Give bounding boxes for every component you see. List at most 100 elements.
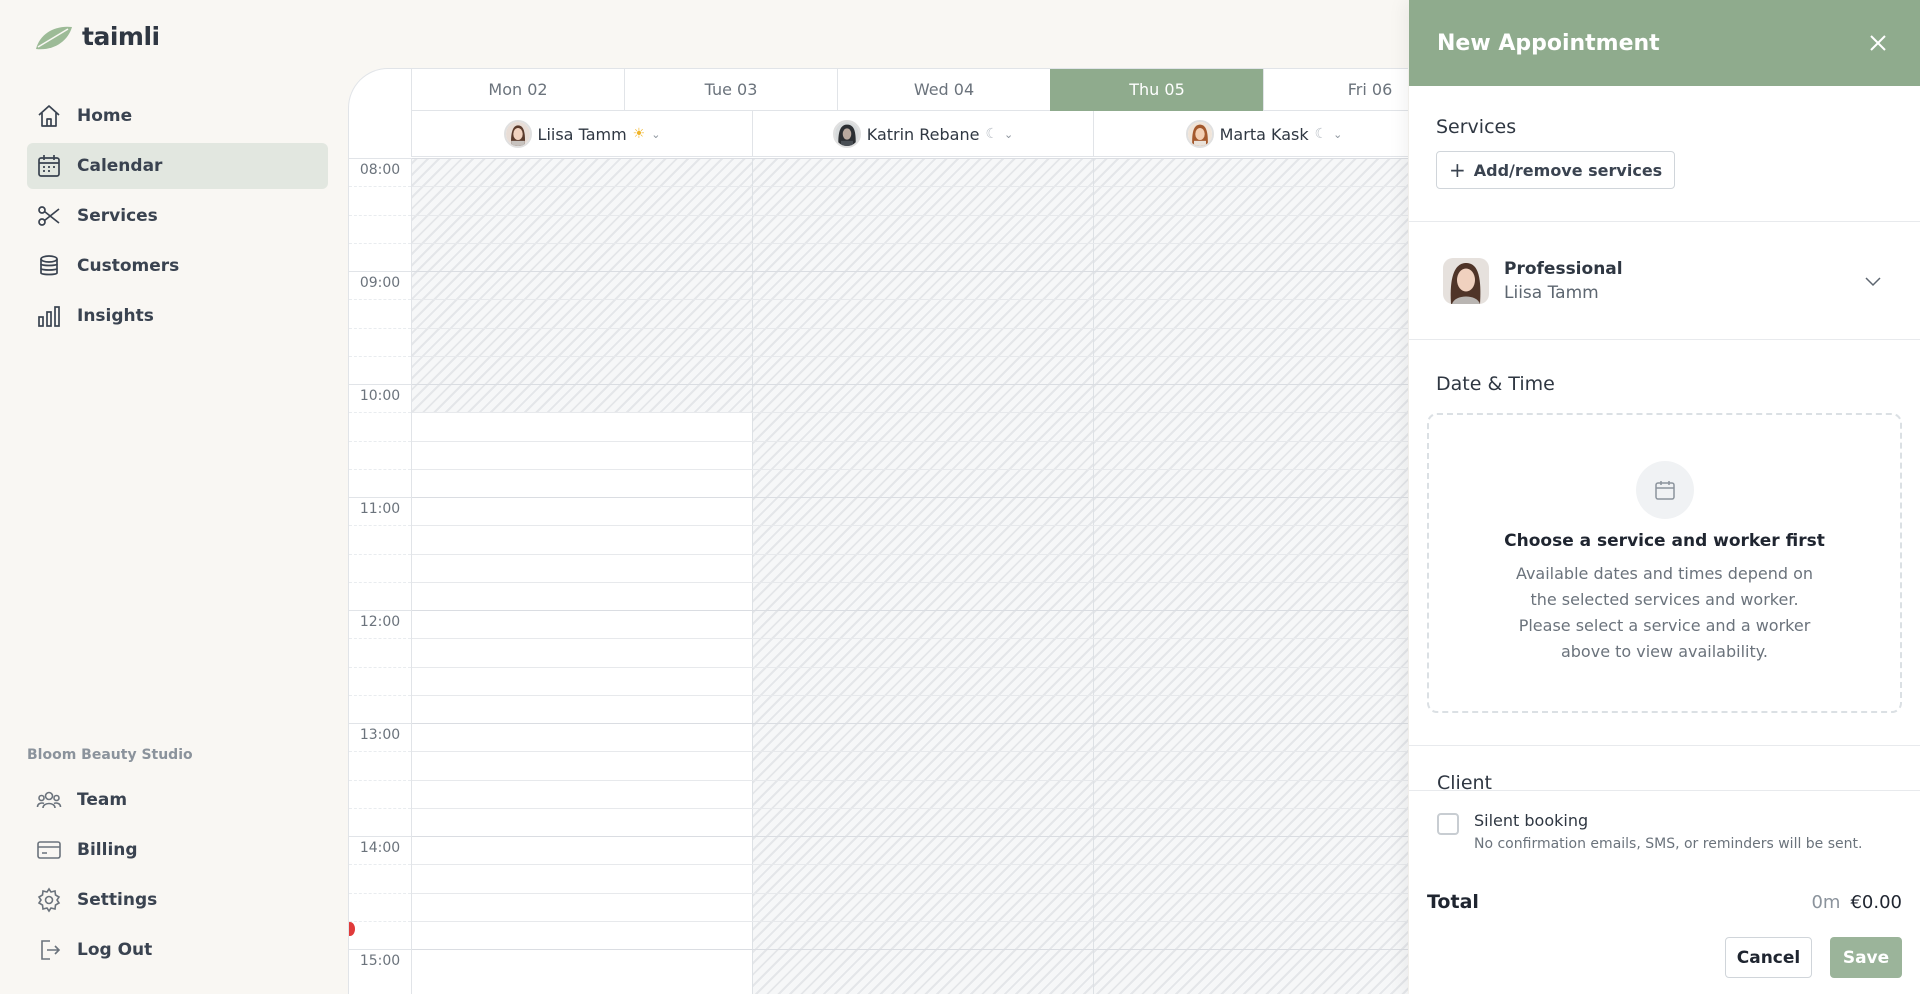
sidebar: taimli Home Calendar Services Customers … (0, 0, 345, 994)
secondary-nav: Team Billing Settings Log Out (27, 777, 328, 977)
close-icon (1870, 35, 1886, 51)
moon-icon: ☾ (985, 126, 999, 142)
avatar (832, 120, 861, 148)
worker-header-katrin[interactable]: Katrin Rebane ☾ ⌄ (752, 111, 1093, 157)
date-time-heading: Choose a service and worker first (1504, 531, 1825, 551)
worker-name: Liisa Tamm (537, 124, 627, 144)
time-label: 11:00 (349, 501, 411, 517)
schedule-grid[interactable] (411, 158, 1408, 994)
worker-headers: Liisa Tamm ☀ ⌄ Katrin Rebane ☾ ⌄ Marta K… (411, 111, 1408, 157)
nav-calendar-label: Calendar (77, 156, 163, 176)
services-section: Services + Add/remove services (1409, 86, 1920, 222)
nav-billing[interactable]: Billing (27, 827, 328, 873)
calendar-view: Mon 02 Tue 03 Wed 04 Thu 05 Fri 06 Liisa… (348, 68, 1408, 994)
unavailable-block (753, 158, 1093, 994)
nav-services[interactable]: Services (27, 193, 328, 239)
panel-title: New Appointment (1437, 30, 1660, 56)
worker-name: Marta Kask (1219, 124, 1309, 144)
avatar (1443, 257, 1489, 304)
nav-logout[interactable]: Log Out (27, 927, 328, 973)
nav-home-label: Home (77, 106, 133, 126)
date-time-section: Date & Time Choose a service and worker … (1409, 340, 1920, 746)
nav-billing-label: Billing (77, 840, 138, 860)
total-label: Total (1427, 891, 1479, 913)
team-icon (36, 791, 62, 809)
silent-booking-description: No confirmation emails, SMS, or reminder… (1474, 836, 1863, 852)
day-tabs: Mon 02 Tue 03 Wed 04 Thu 05 Fri 06 (411, 69, 1408, 111)
nav-team[interactable]: Team (27, 777, 328, 823)
chevron-down-icon: ⌄ (651, 127, 661, 141)
scissors-icon (38, 206, 60, 226)
day-tab-wed[interactable]: Wed 04 (837, 69, 1050, 111)
action-buttons: Cancel Save (1725, 937, 1902, 978)
nav-insights-label: Insights (77, 306, 154, 326)
nav-settings[interactable]: Settings (27, 877, 328, 923)
time-label: 10:00 (349, 388, 411, 404)
app-name: taimli (82, 22, 160, 51)
worker-header-liisa[interactable]: Liisa Tamm ☀ ⌄ (411, 111, 752, 157)
moon-icon: ☾ (1314, 126, 1328, 142)
date-time-placeholder: Choose a service and worker first Availa… (1427, 413, 1902, 713)
services-title: Services (1436, 116, 1517, 138)
time-axis: 08:00 09:00 10:00 11:00 12:00 13:00 14:0… (349, 158, 411, 994)
column-marta[interactable] (1094, 158, 1408, 994)
nav-customers-label: Customers (77, 256, 180, 276)
total-duration: 0m (1811, 891, 1841, 913)
calendar-icon (1635, 461, 1694, 519)
add-services-label: Add/remove services (1473, 160, 1663, 180)
nav-calendar[interactable]: Calendar (27, 143, 328, 189)
professional-select[interactable]: Professional Liisa Tamm (1409, 222, 1920, 340)
day-tab-fri[interactable]: Fri 06 (1263, 69, 1408, 111)
logo[interactable]: taimli (34, 22, 160, 51)
credit-card-icon (37, 841, 61, 859)
save-button[interactable]: Save (1830, 937, 1902, 978)
bar-chart-icon (38, 306, 60, 327)
worker-header-marta[interactable]: Marta Kask ☾ ⌄ (1093, 111, 1408, 157)
avatar (1185, 120, 1214, 148)
add-services-button[interactable]: + Add/remove services (1436, 151, 1676, 189)
cancel-button[interactable]: Cancel (1725, 937, 1812, 978)
panel-header: New Appointment (1409, 0, 1920, 86)
nav-services-label: Services (77, 206, 158, 226)
close-button[interactable] (1864, 29, 1892, 57)
time-label: 13:00 (349, 727, 411, 743)
day-tab-thu[interactable]: Thu 05 (1050, 69, 1263, 111)
silent-booking-row: Silent booking No confirmation emails, S… (1437, 811, 1862, 852)
sun-icon: ☀ (632, 126, 646, 142)
unavailable-block (1094, 158, 1408, 994)
date-time-description: Available dates and times depend on the … (1515, 564, 1814, 661)
chevron-down-icon (1865, 276, 1881, 286)
avatar (503, 120, 532, 148)
column-katrin[interactable] (753, 158, 1094, 994)
nav-insights[interactable]: Insights (27, 293, 328, 339)
date-time-title: Date & Time (1436, 373, 1555, 395)
time-label: 08:00 (349, 162, 411, 178)
total-price: €0.00 (1850, 891, 1902, 913)
professional-name: Liisa Tamm (1504, 282, 1599, 303)
calendar-icon (38, 155, 60, 177)
plus-icon: + (1449, 158, 1466, 182)
chevron-down-icon: ⌄ (1004, 127, 1014, 141)
nav-home[interactable]: Home (27, 93, 328, 139)
day-tab-tue[interactable]: Tue 03 (624, 69, 837, 111)
gear-icon (37, 887, 61, 913)
nav-customers[interactable]: Customers (27, 243, 328, 289)
main-nav: Home Calendar Services Customers Insight… (27, 93, 328, 343)
logout-icon (41, 940, 61, 960)
worker-name: Katrin Rebane (866, 124, 980, 144)
nav-team-label: Team (77, 790, 128, 810)
home-icon (38, 105, 60, 127)
studio-name: Bloom Beauty Studio (27, 747, 193, 763)
silent-booking-label: Silent booking (1474, 811, 1589, 830)
panel-footer: Silent booking No confirmation emails, S… (1409, 790, 1920, 994)
chevron-down-icon: ⌄ (1333, 127, 1343, 141)
day-tab-mon[interactable]: Mon 02 (411, 69, 624, 111)
total-row: Total 0m €0.00 (1427, 891, 1902, 913)
nav-settings-label: Settings (77, 890, 158, 910)
column-liisa[interactable] (412, 158, 753, 994)
professional-label: Professional (1504, 258, 1623, 279)
time-label: 09:00 (349, 275, 411, 291)
silent-booking-checkbox[interactable] (1437, 813, 1459, 835)
time-label: 15:00 (349, 953, 411, 969)
new-appointment-panel: New Appointment Services + Add/remove se… (1409, 0, 1920, 994)
